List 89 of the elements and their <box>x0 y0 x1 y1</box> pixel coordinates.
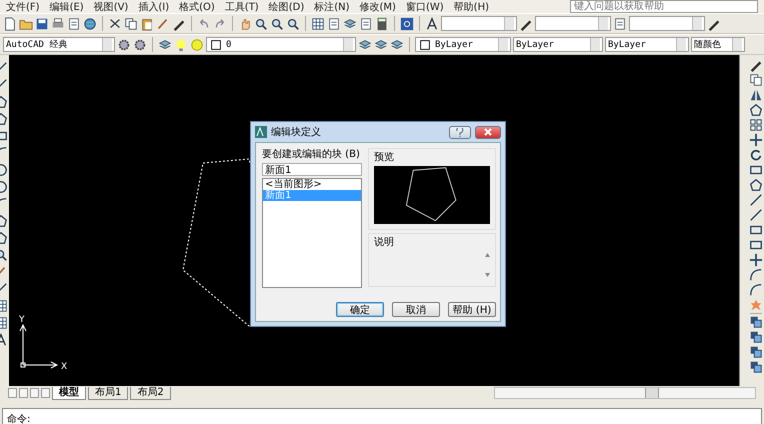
help-button[interactable] <box>449 126 471 138</box>
globe-icon[interactable] <box>83 16 97 30</box>
draw-order-icon[interactable] <box>749 360 763 374</box>
layers-icon[interactable] <box>390 38 404 52</box>
page-icon[interactable] <box>359 16 373 30</box>
mirror-icon[interactable] <box>749 88 763 102</box>
help-icon[interactable] <box>400 16 414 30</box>
command-prompt: 命令: <box>7 414 30 424</box>
layer-dropdown[interactable]: 0 <box>206 37 356 52</box>
color-swatch-icon <box>209 38 223 52</box>
menu-item[interactable]: 绘图(D) <box>268 0 304 14</box>
menu-item[interactable]: 窗口(W) <box>406 0 444 14</box>
calculator-icon[interactable] <box>375 16 389 30</box>
menu-item[interactable]: 帮助(H) <box>454 0 489 14</box>
cut-icon[interactable] <box>108 16 122 30</box>
layers-icon[interactable] <box>358 38 372 52</box>
move-icon[interactable] <box>749 133 763 147</box>
preview-label: 预览 <box>374 151 395 164</box>
save-icon[interactable] <box>35 16 49 30</box>
close-icon <box>484 128 492 136</box>
text-style-icon[interactable] <box>425 16 439 30</box>
gear-icon[interactable] <box>133 38 147 52</box>
dialog-button[interactable]: 取消 <box>392 302 440 317</box>
page-icon[interactable] <box>327 16 341 30</box>
layers-icon[interactable] <box>374 38 388 52</box>
dialog-button[interactable]: 确定 <box>336 302 384 317</box>
linetype-dropdown[interactable]: ByLayer <box>513 37 603 52</box>
menu-item[interactable]: 工具(T) <box>224 0 259 14</box>
line-icon[interactable] <box>749 193 763 207</box>
x-axis-label: X <box>61 362 68 372</box>
menu-item[interactable]: 格式(O) <box>179 0 215 14</box>
copy-icon[interactable] <box>749 73 763 87</box>
draw-order-icon[interactable] <box>749 345 763 359</box>
y-axis-label: Y <box>19 315 24 325</box>
copy-icon[interactable] <box>124 16 138 30</box>
block-list-label: 要创建或编辑的块 (B) <box>262 148 361 161</box>
bulb-icon[interactable] <box>174 38 188 52</box>
color-swatch-icon <box>418 38 432 52</box>
draw-order-icon[interactable] <box>749 315 763 329</box>
arc-icon[interactable] <box>749 283 763 297</box>
zoom-icon[interactable] <box>286 16 300 30</box>
dialog-title: 编辑块定义 <box>271 126 322 139</box>
layers-icon[interactable] <box>158 38 172 52</box>
rectangle-icon[interactable] <box>749 238 763 252</box>
table-style-icon[interactable] <box>613 16 627 30</box>
description-label: 说明 <box>374 236 395 249</box>
scroll-down-icon[interactable] <box>485 273 490 277</box>
dialog-button[interactable]: 帮助 (H) <box>448 302 496 317</box>
color-dropdown[interactable]: ByLayer <box>415 37 511 52</box>
polygon-icon[interactable] <box>749 178 763 192</box>
undo-icon[interactable] <box>197 16 211 30</box>
horizontal-scrollbar[interactable] <box>494 387 756 399</box>
paste-icon[interactable] <box>140 16 154 30</box>
arc-icon[interactable] <box>749 268 763 282</box>
redo-icon[interactable] <box>213 16 227 30</box>
scroll-up-icon[interactable] <box>485 253 490 257</box>
zoom-icon[interactable] <box>270 16 284 30</box>
block-list-item[interactable]: <当前图形> <box>263 179 361 190</box>
menu-item[interactable]: 编辑(E) <box>50 0 84 14</box>
move-icon[interactable] <box>749 253 763 267</box>
rectangle-icon[interactable] <box>749 223 763 237</box>
close-button[interactable] <box>475 126 501 138</box>
polygon-icon[interactable] <box>749 103 763 117</box>
menu-item[interactable]: 插入(I) <box>138 0 170 14</box>
page-icon[interactable] <box>67 16 81 30</box>
help-icon <box>456 128 464 136</box>
layers-icon[interactable] <box>343 16 357 30</box>
layout-tab[interactable]: 布局1 <box>88 386 128 400</box>
grid-icon[interactable] <box>311 16 325 30</box>
plot-style-dropdown[interactable]: 随颜色 <box>691 37 745 52</box>
zoom-icon[interactable] <box>254 16 268 30</box>
gear-icon[interactable] <box>117 38 131 52</box>
menu-item[interactable]: 标注(N) <box>314 0 350 14</box>
menu-item[interactable]: 文件(F) <box>6 0 40 14</box>
new-file-icon[interactable] <box>3 16 17 30</box>
lineweight-dropdown[interactable]: ByLayer <box>605 37 689 52</box>
help-search-field[interactable]: 键入问题以获取帮助 <box>570 0 758 13</box>
rectangle-icon[interactable] <box>749 163 763 177</box>
printer-icon[interactable] <box>51 16 65 30</box>
line-icon[interactable] <box>749 208 763 222</box>
draw-order-icon[interactable] <box>749 330 763 344</box>
workspace-dropdown[interactable]: AutoCAD 经典 <box>3 37 115 52</box>
block-name-field[interactable]: 新面1 <box>262 163 362 176</box>
rotate-icon[interactable] <box>749 148 763 162</box>
layout-tab[interactable]: 模型 <box>52 386 86 400</box>
menu-item[interactable]: 修改(M) <box>360 0 396 14</box>
layout-tab[interactable]: 布局2 <box>130 386 171 400</box>
menu-item[interactable]: 视图(V) <box>94 0 128 14</box>
array-icon[interactable] <box>749 118 763 132</box>
